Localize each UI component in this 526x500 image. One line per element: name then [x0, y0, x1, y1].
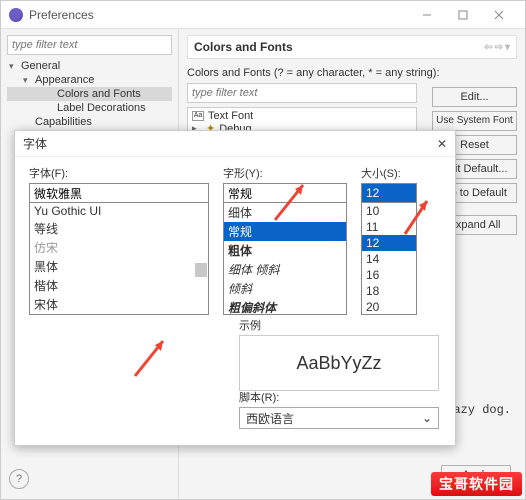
list-item[interactable]: 黑体 [30, 257, 208, 276]
tree-item-label-decorations[interactable]: Label Decorations [7, 101, 172, 115]
filter-input[interactable] [7, 35, 172, 55]
style-input[interactable] [223, 183, 347, 203]
nav-arrows: ⇦⇨▾ [484, 42, 510, 53]
list-item[interactable]: 12 [362, 235, 416, 251]
titlebar: Preferences [1, 1, 525, 29]
font-dialog: 字体 ✕ 字体(F): Yu Gothic UI 等线 仿宋 黑体 楷体 宋体 … [14, 130, 456, 446]
edit-button[interactable]: Edit... [432, 87, 517, 107]
list-item[interactable]: Yu Gothic UI [30, 203, 208, 219]
list-item[interactable]: 楷体 [30, 276, 208, 295]
font-icon: Aa [192, 111, 204, 121]
scrollbar-thumb[interactable] [195, 263, 207, 277]
list-item[interactable]: 常规 [224, 222, 346, 241]
list-item[interactable]: 细体 [224, 203, 346, 222]
watermark: 宝哥软件园 [431, 472, 522, 496]
list-item[interactable]: 微软雅黑 [30, 314, 208, 315]
section-header: Colors and Fonts ⇦⇨▾ [187, 35, 517, 59]
maximize-button[interactable] [445, 1, 481, 29]
list-item[interactable]: 粗体 [224, 241, 346, 260]
font-column: 字体(F): Yu Gothic UI 等线 仿宋 黑体 楷体 宋体 微软雅黑 … [29, 165, 209, 315]
category-tree: ▾General ▾Appearance Colors and Fonts La… [7, 59, 172, 129]
tree-item-capabilities[interactable]: Capabilities [7, 115, 172, 129]
script-section: 脚本(R): 西欧语言⌄ [239, 389, 439, 429]
list-item[interactable]: 20 [362, 299, 416, 315]
close-button[interactable] [481, 1, 517, 29]
twisty-icon: ▾ [9, 61, 19, 72]
back-icon[interactable]: ⇦ [484, 42, 492, 53]
subcaption: Colors and Fonts (? = any character, * =… [187, 67, 517, 79]
font-dialog-titlebar: 字体 ✕ [15, 131, 455, 157]
font-list[interactable]: Yu Gothic UI 等线 仿宋 黑体 楷体 宋体 微软雅黑 新宋体 [29, 203, 209, 315]
font-input[interactable] [29, 183, 209, 203]
script-select[interactable]: 西欧语言⌄ [239, 407, 439, 429]
use-system-font-button[interactable]: Use System Font [432, 111, 517, 131]
size-column: 大小(S): 1011121416182022 [361, 165, 417, 315]
list-item[interactable]: 14 [362, 251, 416, 267]
list-item[interactable]: 11 [362, 219, 416, 235]
script-label: 脚本(R): [239, 389, 439, 405]
sample-label: 示例 [239, 317, 439, 333]
list-item[interactable]: 18 [362, 283, 416, 299]
style-label: 字形(Y): [223, 165, 347, 181]
cf-filter-input[interactable] [187, 83, 417, 103]
font-dialog-title: 字体 [23, 135, 437, 152]
font-dialog-body: 字体(F): Yu Gothic UI 等线 仿宋 黑体 楷体 宋体 微软雅黑 … [15, 157, 455, 323]
size-list[interactable]: 1011121416182022 [361, 203, 417, 315]
list-item[interactable]: 粗偏斜体 [224, 298, 346, 315]
list-item[interactable]: 等线 [30, 219, 208, 238]
tree-item-general[interactable]: ▾General [7, 59, 172, 73]
list-item[interactable]: 倾斜 [224, 279, 346, 298]
cf-tree-item-text-font[interactable]: AaText Font [192, 110, 412, 122]
style-column: 字形(Y): 细体常规粗体细体 倾斜倾斜粗偏斜体 [223, 165, 347, 315]
size-label: 大小(S): [361, 165, 417, 181]
fwd-icon[interactable]: ⇨ [495, 42, 503, 53]
sample-preview: AaBbYyZz [239, 335, 439, 391]
minimize-button[interactable] [409, 1, 445, 29]
font-label: 字体(F): [29, 165, 209, 181]
style-list[interactable]: 细体常规粗体细体 倾斜倾斜粗偏斜体 [223, 203, 347, 315]
sample-section: 示例 AaBbYyZz [239, 317, 439, 391]
window-title: Preferences [29, 8, 409, 22]
menu-icon[interactable]: ▾ [505, 42, 510, 53]
list-item[interactable]: 16 [362, 267, 416, 283]
tree-item-colors-fonts[interactable]: Colors and Fonts [7, 87, 172, 101]
close-icon[interactable]: ✕ [437, 137, 447, 151]
annotation-arrow [125, 331, 175, 381]
help-button[interactable]: ? [9, 469, 29, 489]
list-item[interactable]: 宋体 [30, 295, 208, 314]
eclipse-icon [9, 8, 23, 22]
chevron-down-icon: ⌄ [422, 411, 432, 425]
tree-item-appearance[interactable]: ▾Appearance [7, 73, 172, 87]
list-item[interactable]: 10 [362, 203, 416, 219]
size-input[interactable] [361, 183, 417, 203]
list-item[interactable]: 仿宋 [30, 238, 208, 257]
twisty-icon: ▾ [23, 75, 33, 86]
list-item[interactable]: 细体 倾斜 [224, 260, 346, 279]
section-title: Colors and Fonts [194, 40, 293, 54]
